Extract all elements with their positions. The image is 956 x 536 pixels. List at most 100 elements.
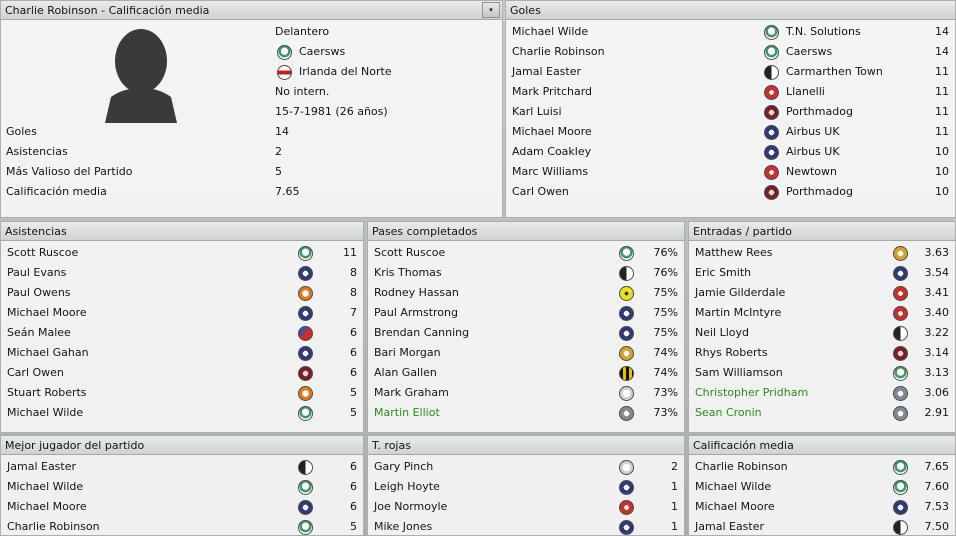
list-item[interactable]: Charlie Robinson 7.65 — [689, 457, 955, 477]
list-item[interactable]: Jamal Easter 6 — [1, 457, 363, 477]
list-item[interactable]: Jamal Easter 7.50 — [689, 517, 955, 536]
list-item[interactable]: Martin Elliot 73% — [368, 403, 684, 423]
list-item[interactable]: Marc Williams Newtown 10 — [506, 162, 955, 182]
player-name[interactable]: Joe Normoyle — [374, 497, 447, 517]
club-name[interactable]: T.N. Solutions — [786, 22, 861, 42]
player-name[interactable]: Carl Owen — [7, 363, 64, 383]
list-item[interactable]: Brendan Canning 75% — [368, 323, 684, 343]
list-item[interactable]: Michael Gahan 6 — [1, 343, 363, 363]
list-item[interactable]: Carl Owen Porthmadog 10 — [506, 182, 955, 202]
club-name[interactable]: Newtown — [786, 162, 837, 182]
list-item[interactable]: Carl Owen 6 — [1, 363, 363, 383]
player-name[interactable]: Martin McIntyre — [695, 303, 781, 323]
list-item[interactable]: Sean Cronin 2.91 — [689, 403, 955, 423]
list-item[interactable]: Charlie Robinson Caersws 14 — [506, 42, 955, 62]
player-name[interactable]: Alan Gallen — [374, 363, 437, 383]
club-name[interactable]: Caersws — [786, 42, 832, 62]
list-item[interactable]: Jamal Easter Carmarthen Town 11 — [506, 62, 955, 82]
club-name[interactable]: Porthmadog — [786, 182, 853, 202]
player-name[interactable]: Michael Wilde — [695, 477, 771, 497]
player-name[interactable]: Bari Morgan — [374, 343, 441, 363]
list-item[interactable]: Martin McIntyre 3.40 — [689, 303, 955, 323]
list-item[interactable]: Matthew Rees 3.63 — [689, 243, 955, 263]
player-name[interactable]: Jamal Easter — [695, 517, 764, 536]
list-item[interactable]: Mike Jones 1 — [368, 517, 684, 536]
player-name[interactable]: Stuart Roberts — [7, 383, 87, 403]
list-item[interactable]: Michael Moore 7.53 — [689, 497, 955, 517]
list-item[interactable]: Christopher Pridham 3.06 — [689, 383, 955, 403]
club-name[interactable]: Airbus UK — [786, 122, 840, 142]
player-name[interactable]: Jamal Easter — [512, 62, 581, 82]
player-name[interactable]: Michael Moore — [7, 303, 87, 323]
list-item[interactable]: Charlie Robinson 5 — [1, 517, 363, 536]
player-name[interactable]: Mark Pritchard — [512, 82, 592, 102]
list-item[interactable]: Paul Evans 8 — [1, 263, 363, 283]
list-item[interactable]: Michael Moore Airbus UK 11 — [506, 122, 955, 142]
player-name[interactable]: Leigh Hoyte — [374, 477, 440, 497]
list-item[interactable]: Scott Ruscoe 76% — [368, 243, 684, 263]
list-item[interactable]: Adam Coakley Airbus UK 10 — [506, 142, 955, 162]
club-name[interactable]: Carmarthen Town — [786, 62, 883, 82]
player-name[interactable]: Sean Cronin — [695, 403, 762, 423]
player-name[interactable]: Seán Malee — [7, 323, 71, 343]
player-name[interactable]: Paul Evans — [7, 263, 66, 283]
club-name[interactable]: Airbus UK — [786, 142, 840, 162]
list-item[interactable]: Michael Wilde 5 — [1, 403, 363, 423]
player-name[interactable]: Kris Thomas — [374, 263, 442, 283]
list-item[interactable]: Joe Normoyle 1 — [368, 497, 684, 517]
player-club[interactable]: Caersws — [299, 42, 345, 62]
list-item[interactable]: Paul Armstrong 75% — [368, 303, 684, 323]
player-name[interactable]: Michael Moore — [512, 122, 592, 142]
player-name[interactable]: Michael Wilde — [512, 22, 588, 42]
list-item[interactable]: Michael Wilde 6 — [1, 477, 363, 497]
list-item[interactable]: Gary Pinch 2 — [368, 457, 684, 477]
list-item[interactable]: Michael Wilde T.N. Solutions 14 — [506, 22, 955, 42]
player-name[interactable]: Scott Ruscoe — [374, 243, 445, 263]
club-name[interactable]: Llanelli — [786, 82, 825, 102]
player-name[interactable]: Sam Williamson — [695, 363, 783, 383]
player-name[interactable]: Martin Elliot — [374, 403, 440, 423]
player-name[interactable]: Michael Moore — [695, 497, 775, 517]
player-nation[interactable]: Irlanda del Norte — [299, 62, 392, 82]
list-item[interactable]: Scott Ruscoe 11 — [1, 243, 363, 263]
list-item[interactable]: Alan Gallen 74% — [368, 363, 684, 383]
list-item[interactable]: Leigh Hoyte 1 — [368, 477, 684, 497]
player-name[interactable]: Brendan Canning — [374, 323, 469, 343]
player-name[interactable]: Paul Armstrong — [374, 303, 458, 323]
player-name[interactable]: Mark Graham — [374, 383, 449, 403]
player-name[interactable]: Michael Wilde — [7, 477, 83, 497]
player-name[interactable]: Scott Ruscoe — [7, 243, 78, 263]
player-name[interactable]: Jamie Gilderdale — [695, 283, 785, 303]
club-name[interactable]: Porthmadog — [786, 102, 853, 122]
list-item[interactable]: Kris Thomas 76% — [368, 263, 684, 283]
list-item[interactable]: Michael Wilde 7.60 — [689, 477, 955, 497]
list-item[interactable]: Stuart Roberts 5 — [1, 383, 363, 403]
player-name[interactable]: Neil Lloyd — [695, 323, 749, 343]
player-name[interactable]: Karl Luisi — [512, 102, 562, 122]
player-name[interactable]: Adam Coakley — [512, 142, 591, 162]
player-name[interactable]: Jamal Easter — [7, 457, 76, 477]
chevron-down-icon[interactable]: ▾ — [482, 2, 500, 18]
list-item[interactable]: Sam Williamson 3.13 — [689, 363, 955, 383]
list-item[interactable]: Karl Luisi Porthmadog 11 — [506, 102, 955, 122]
list-item[interactable]: Mark Pritchard Llanelli 11 — [506, 82, 955, 102]
list-item[interactable]: Paul Owens 8 — [1, 283, 363, 303]
player-name[interactable]: Christopher Pridham — [695, 383, 808, 403]
list-item[interactable]: Bari Morgan 74% — [368, 343, 684, 363]
player-name[interactable]: Mike Jones — [374, 517, 432, 536]
list-item[interactable]: Jamie Gilderdale 3.41 — [689, 283, 955, 303]
player-name[interactable]: Marc Williams — [512, 162, 588, 182]
list-item[interactable]: Eric Smith 3.54 — [689, 263, 955, 283]
player-name[interactable]: Michael Moore — [7, 497, 87, 517]
list-item[interactable]: Michael Moore 6 — [1, 497, 363, 517]
list-item[interactable]: Mark Graham 73% — [368, 383, 684, 403]
player-name[interactable]: Charlie Robinson — [512, 42, 605, 62]
player-name[interactable]: Paul Owens — [7, 283, 71, 303]
list-item[interactable]: Rodney Hassan 75% — [368, 283, 684, 303]
list-item[interactable]: Rhys Roberts 3.14 — [689, 343, 955, 363]
player-name[interactable]: Matthew Rees — [695, 243, 773, 263]
list-item[interactable]: Neil Lloyd 3.22 — [689, 323, 955, 343]
player-name[interactable]: Carl Owen — [512, 182, 569, 202]
player-name[interactable]: Charlie Robinson — [695, 457, 788, 477]
player-name[interactable]: Gary Pinch — [374, 457, 433, 477]
